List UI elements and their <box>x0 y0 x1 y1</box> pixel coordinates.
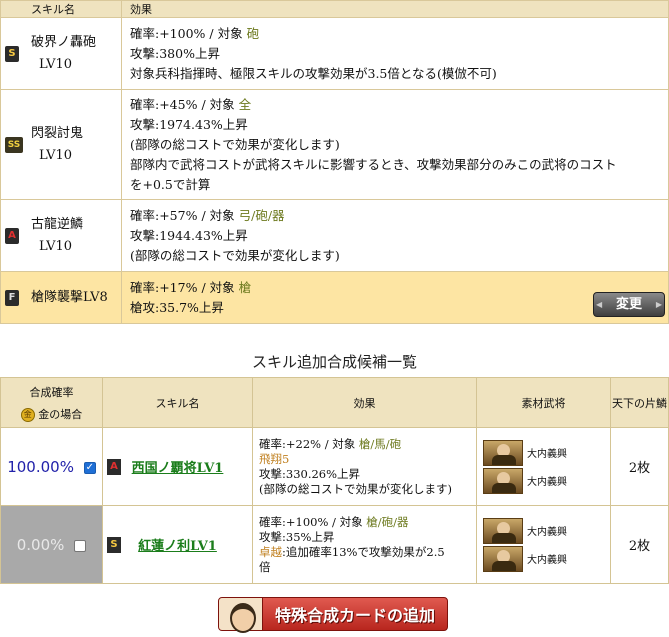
gold-coin-icon: 金 <box>20 407 35 422</box>
effect-prob: 確率:+45% / 対象 <box>130 96 235 112</box>
rank-a-icon: A <box>107 458 121 475</box>
skill-name: 槍隊襲撃LV8 <box>31 289 108 305</box>
material-list: 大内義興 大内義興 <box>476 427 611 506</box>
effect-prob: 確率:+100% / 対象 <box>130 25 243 41</box>
candidate-row: 100.00% ✓ A 西国ノ覇将LV1 確率:+22% / 対象 槍/馬/砲 … <box>0 427 669 506</box>
busho-portrait-icon <box>483 439 523 466</box>
tenka-count: 2枚 <box>610 427 669 506</box>
effect-target: 砲 <box>246 25 260 41</box>
tenka-count: 2枚 <box>610 505 669 584</box>
effect-line: 槍攻:35.7%上昇 <box>130 299 224 315</box>
effect-target: 全 <box>238 96 252 112</box>
header-skill-name: スキル名 <box>0 0 122 18</box>
effect-target: 槍 <box>238 279 252 295</box>
effect-line: 攻撃:1974.43%上昇 <box>130 116 248 132</box>
change-button[interactable]: 変更 <box>593 292 665 317</box>
candidate-skill-link[interactable]: 西国ノ覇将LV1 <box>132 461 224 476</box>
rank-f-icon: F <box>5 289 19 306</box>
candidate-checkbox[interactable] <box>74 540 87 552</box>
skill-name: 閃裂討鬼 <box>31 125 84 141</box>
skill-level: LV10 <box>39 56 73 72</box>
material-busho: 大内義興 <box>483 467 604 495</box>
candidate-effect: 確率:+100% / 対象 槍/砲/器 攻撃:35%上昇 卓越:追加確率13%で… <box>252 505 477 584</box>
rank-ss-icon: SS <box>5 136 23 153</box>
header-skill-name: スキル名 <box>102 377 253 428</box>
skill-level: LV10 <box>39 147 73 163</box>
busho-portrait-icon <box>483 545 523 572</box>
effect-line: 対象兵科指揮時、極限スキルの攻撃効果が3.5倍となる(模倣不可) <box>130 65 497 81</box>
skill-effect: 確率:+57% / 対象 弓/砲/器 攻撃:1944.43%上昇 (部隊の総コス… <box>121 199 669 272</box>
busho-portrait-icon <box>483 467 523 494</box>
header-effect: 効果 <box>121 0 669 18</box>
skill-name: 破界ノ轟砲 <box>31 34 97 50</box>
effect-line: 攻撃:380%上昇 <box>130 45 220 61</box>
add-special-card-label: 特殊合成カードの追加 <box>274 606 435 625</box>
effect-line: (部隊の総コストで効果が変化します) <box>130 136 340 152</box>
character-face-icon <box>219 598 263 633</box>
skill-row: A 古龍逆鱗 LV10 確率:+57% / 対象 弓/砲/器 攻撃:1944.4… <box>0 199 669 272</box>
probability-value: 100.00% <box>7 457 74 476</box>
candidate-effect: 確率:+22% / 対象 槍/馬/砲 飛翔5 攻撃:330.26%上昇 (部隊の… <box>252 427 477 506</box>
skill-level: LV10 <box>39 238 73 254</box>
probability-value: 0.00% <box>16 535 65 554</box>
effect-line: 攻撃:1944.43%上昇 <box>130 227 248 243</box>
candidate-table: 合成確率 金 金の場合 スキル名 効果 素材武将 天下の片鱗 100.00% ✓… <box>0 377 669 584</box>
rank-a-icon: A <box>5 227 19 244</box>
candidate-row: 0.00% S 紅蓮ノ利LV1 確率:+100% / 対象 槍/砲/器 攻撃:3… <box>0 505 669 584</box>
header-probability: 合成確率 金 金の場合 <box>0 377 103 428</box>
material-list: 大内義興 大内義興 <box>476 505 611 584</box>
skill-effect: 確率:+100% / 対象 砲 攻撃:380%上昇 対象兵科指揮時、極限スキルの… <box>121 17 669 90</box>
skill-row: SS 閃裂討鬼 LV10 確率:+45% / 対象 全 攻撃:1974.43%上… <box>0 89 669 200</box>
header-material: 素材武将 <box>476 377 611 428</box>
current-skills-table: スキル名 効果 S 破界ノ轟砲 LV10 確率:+100% / 対象 砲 攻撃:… <box>0 0 669 324</box>
special-effect: 飛翔5 <box>259 451 290 466</box>
effect-line: を+0.5で計算 <box>130 176 211 192</box>
header-effect: 効果 <box>252 377 477 428</box>
skill-name: 古龍逆鱗 <box>31 216 84 232</box>
list-title: スキル追加合成候補一覧 <box>251 353 417 371</box>
rank-s-icon: S <box>107 536 121 553</box>
add-special-card-button[interactable]: 特殊合成カードの追加 <box>218 597 448 633</box>
candidate-checkbox[interactable]: ✓ <box>83 462 96 474</box>
material-busho: 大内義興 <box>483 439 604 467</box>
skill-effect: 確率:+17% / 対象 槍 槍攻:35.7%上昇 <box>121 271 669 324</box>
effect-line: 部隊内で武将コストが武将スキルに影響するとき、攻撃効果部分のみこの武将のコスト <box>130 156 617 172</box>
material-busho: 大内義興 <box>483 545 604 573</box>
effect-line: (部隊の総コストで効果が変化します) <box>130 247 340 263</box>
effect-prob: 確率:+17% / 対象 <box>130 279 235 295</box>
header-tenka: 天下の片鱗 <box>610 377 669 428</box>
rank-s-icon: S <box>5 45 19 62</box>
effect-prob: 確率:+57% / 対象 <box>130 207 235 223</box>
candidate-skill-link[interactable]: 紅蓮ノ利LV1 <box>138 539 217 554</box>
material-busho: 大内義興 <box>483 517 604 545</box>
skill-effect: 確率:+45% / 対象 全 攻撃:1974.43%上昇 (部隊の総コストで効果… <box>121 89 669 200</box>
skill-row: S 破界ノ轟砲 LV10 確率:+100% / 対象 砲 攻撃:380%上昇 対… <box>0 17 669 90</box>
busho-portrait-icon <box>483 517 523 544</box>
special-effect: 卓越 <box>259 544 282 559</box>
skill-row-selected: F 槍隊襲撃LV8 確率:+17% / 対象 槍 槍攻:35.7%上昇 <box>0 271 669 324</box>
effect-target: 弓/砲/器 <box>238 207 285 223</box>
